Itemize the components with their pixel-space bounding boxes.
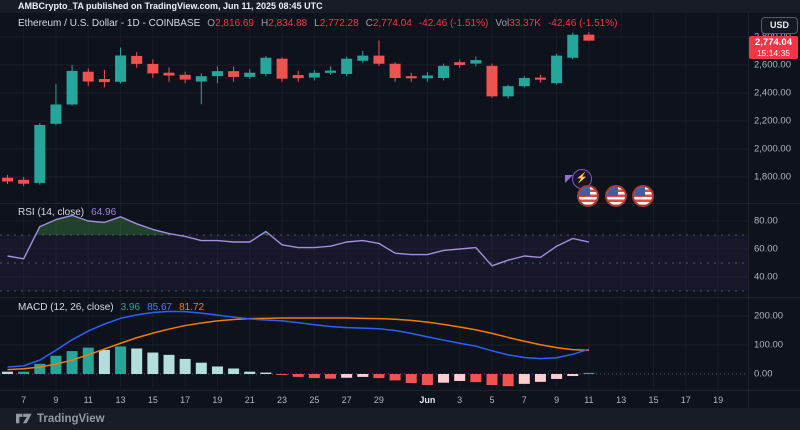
time-tick-label: 23 (277, 395, 287, 405)
price-scale[interactable]: USD 2,800.002,600.002,400.002,200.002,00… (748, 13, 800, 408)
tradingview-logo[interactable]: TradingView (16, 412, 105, 425)
scale-tick-label: 1,800.00 (754, 172, 791, 183)
time-tick-label: 21 (245, 395, 255, 405)
currency-toggle-button[interactable]: USD (761, 17, 798, 34)
volume: Vol33.37K (495, 18, 541, 29)
time-tick-label: 19 (212, 395, 222, 405)
panel-separator[interactable] (0, 203, 800, 204)
macd-histogram (2, 346, 594, 386)
time-tick-label: 7 (21, 395, 26, 405)
scale-tick-label: 2,400.00 (754, 88, 791, 99)
time-tick-label: 25 (309, 395, 319, 405)
ohlc-close: C2,774.04 (366, 18, 412, 29)
tradingview-snapshot: AMBCrypto_TA published on TradingView.co… (0, 0, 800, 430)
flag-reaction-sticker[interactable] (577, 185, 599, 207)
flag-reaction-sticker[interactable] (605, 185, 627, 207)
time-tick-label: 13 (616, 395, 626, 405)
symbol-legend: Ethereum / U.S. Dollar - 1D - COINBASE O… (18, 18, 617, 29)
rsi-value: 64.96 (91, 207, 116, 218)
ohlc-high: H2,834.88 (261, 18, 307, 29)
last-price-value: 2,774.04 (749, 37, 798, 48)
time-tick-label: 27 (342, 395, 352, 405)
time-tick-label: 7 (522, 395, 527, 405)
macd-histogram-value: 3.96 (121, 302, 140, 313)
time-tick-label: Jun (419, 395, 435, 405)
time-tick-label: 17 (681, 395, 691, 405)
us-flag-icon (579, 187, 590, 196)
scale-tick-label: 200.00 (754, 311, 783, 322)
symbol-title[interactable]: Ethereum / U.S. Dollar - 1D - COINBASE (18, 18, 200, 29)
footer-bar: TradingView (0, 408, 800, 430)
close-label: C (366, 18, 373, 29)
macd-title[interactable]: MACD (12, 26, close) (18, 302, 114, 313)
signal-line (8, 318, 589, 370)
scale-tick-label: 2,000.00 (754, 144, 791, 155)
scale-tick-label: 100.00 (754, 340, 783, 351)
time-tick-label: 9 (53, 395, 58, 405)
attribution-bar: AMBCrypto_TA published on TradingView.co… (0, 0, 800, 13)
scale-tick-label: 40.00 (754, 272, 778, 283)
volume-change-value: -42.46 (-1.51%) (548, 18, 617, 29)
last-price-label: 2,774.04 15:14:35 (749, 36, 798, 59)
flag-reaction-sticker[interactable] (632, 185, 654, 207)
chart-area: Ethereum / U.S. Dollar - 1D - COINBASE O… (0, 13, 800, 408)
lightning-icon: ⚡ (576, 173, 588, 184)
candles (2, 32, 594, 186)
high-value: 2,834.88 (268, 18, 307, 29)
scale-tick-label: 0.00 (754, 369, 773, 380)
time-tick-label: 15 (148, 395, 158, 405)
close-value: 2,774.04 (373, 18, 412, 29)
time-tick-label: 17 (180, 395, 190, 405)
low-value: 2,772.28 (320, 18, 359, 29)
change-value: -42.46 (-1.51%) (419, 18, 488, 29)
volume-value: 33.37K (509, 18, 541, 29)
rsi-title[interactable]: RSI (14, close) (18, 207, 84, 218)
us-flag-icon (634, 187, 645, 196)
us-flag-icon (607, 187, 618, 196)
panel-separator[interactable] (0, 297, 800, 298)
time-tick-label: 11 (584, 395, 593, 405)
bar-countdown: 15:14:35 (749, 48, 798, 58)
time-tick-label: 19 (713, 395, 723, 405)
rsi-legend: RSI (14, close) 64.96 (18, 207, 116, 218)
time-tick-label: 29 (374, 395, 384, 405)
open-value: 2,816.69 (215, 18, 254, 29)
time-tick-label: 15 (648, 395, 658, 405)
volume-label: Vol (495, 18, 509, 29)
scale-tick-label: 2,200.00 (754, 116, 791, 127)
scale-tick-label: 2,600.00 (754, 60, 791, 71)
ohlc-open: O2,816.69 (207, 18, 254, 29)
macd-line-value: 85.67 (147, 302, 172, 313)
scale-tick-label: 60.00 (754, 244, 778, 255)
macd-line (8, 311, 589, 367)
macd-signal-value: 81.72 (179, 302, 204, 313)
scale-tick-label: 80.00 (754, 216, 778, 227)
tradingview-mark-icon (16, 412, 32, 425)
tradingview-wordmark: TradingView (37, 413, 105, 425)
attribution-text: AMBCrypto_TA published on TradingView.co… (18, 1, 323, 11)
time-axis[interactable]: 7 9 11 13 15 17 19 21 23 25 27 29 Jun 3 5 7 9 11 13 15 17 19 (0, 390, 748, 408)
open-label: O (207, 18, 215, 29)
time-tick-label: 9 (554, 395, 559, 405)
time-tick-label: 5 (489, 395, 494, 405)
time-tick-label: 13 (116, 395, 126, 405)
macd-legend: MACD (12, 26, close) 3.96 85.67 81.72 (18, 302, 204, 313)
ohlc-low: L2,772.28 (314, 18, 359, 29)
time-tick-label: 3 (457, 395, 462, 405)
time-tick-label: 11 (84, 395, 93, 405)
